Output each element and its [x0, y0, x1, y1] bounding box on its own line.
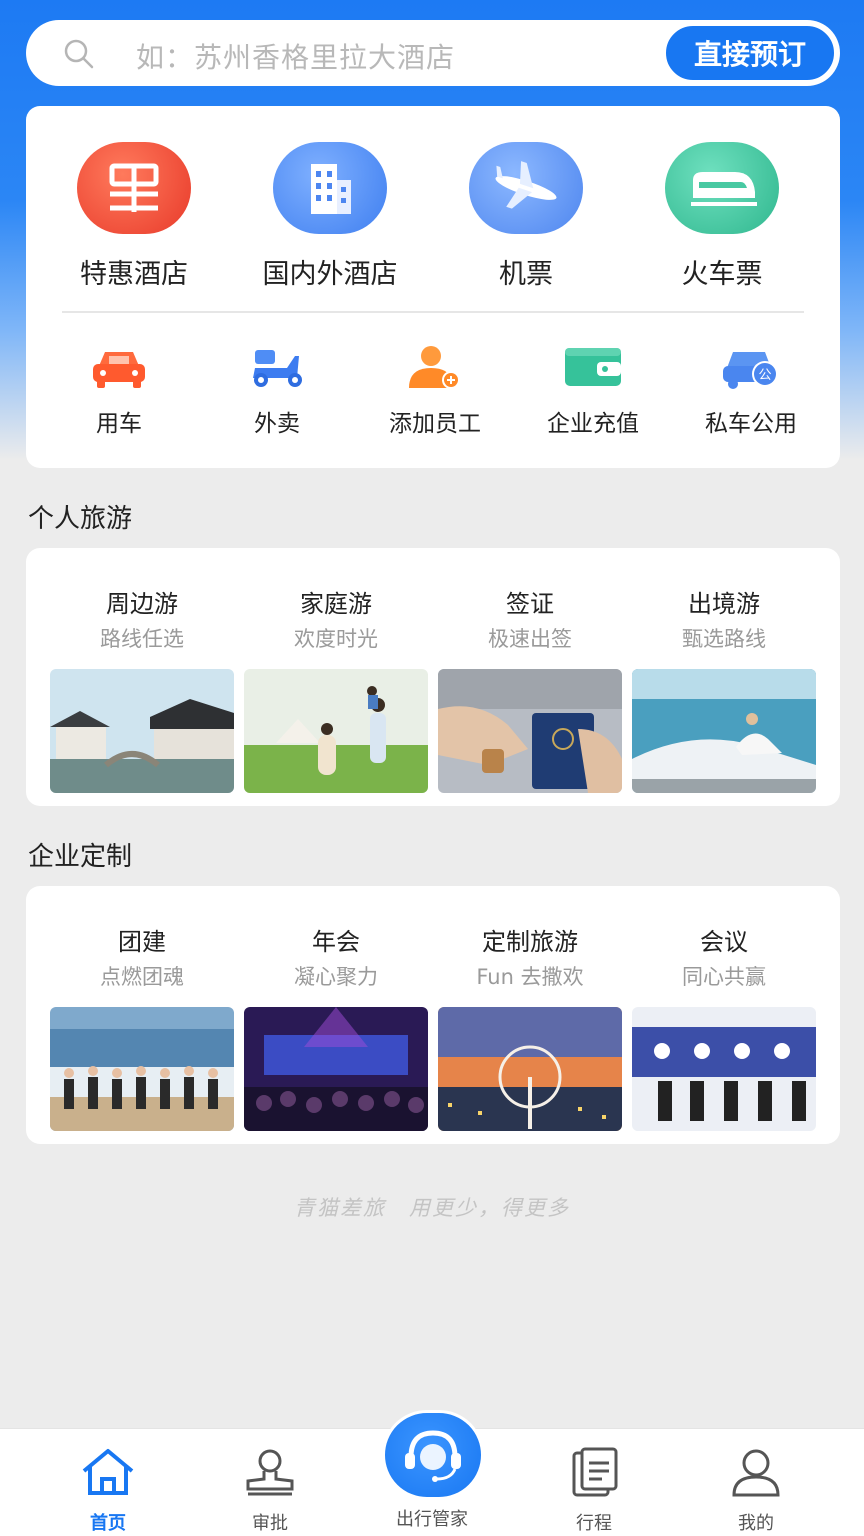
tab-label: 出行管家 [396, 1509, 468, 1530]
service-label: 火车票 [681, 259, 763, 290]
tab-mine[interactable]: 我的 [696, 1447, 816, 1535]
travel-item-visa[interactable]: 签证 极速出签 [438, 584, 622, 793]
item-title: 周边游 [106, 590, 178, 618]
service-label: 特惠酒店 [80, 259, 188, 290]
enterprise-card: 团建 点燃团魂 年会 凝心聚力 定制旅游 Fun 去撒欢 会议 同心共赢 [26, 886, 840, 1144]
private-car-public-icon: 公 [723, 352, 778, 389]
wallet-icon [565, 348, 621, 386]
annual-meeting-photo [244, 1007, 428, 1131]
home-icon [82, 1449, 134, 1495]
item-subtitle: Fun 去撒欢 [476, 965, 584, 989]
service-label: 国内外酒店 [262, 259, 398, 290]
item-subtitle: 凝心聚力 [294, 965, 378, 989]
train-icon [665, 142, 779, 234]
tab-label: 首页 [90, 1513, 126, 1534]
slogan: 青猫差旅 用更少，得更多 [294, 1196, 570, 1220]
search-bar[interactable]: 如：苏州香格里拉大酒店 直接预订 [26, 20, 840, 86]
item-title: 会议 [700, 928, 748, 956]
enterprise-item-conference[interactable]: 会议 同心共赢 [632, 922, 816, 1131]
customer-service-headset-icon [405, 1430, 461, 1482]
service-label: 用车 [96, 411, 142, 437]
search-icon [64, 39, 94, 69]
section-title-enterprise: 企业定制 [28, 842, 133, 872]
tab-label: 我的 [738, 1513, 774, 1534]
tab-label: 审批 [252, 1513, 288, 1534]
service-takeaway[interactable]: 外卖 [198, 344, 356, 438]
hotel-building-icon [273, 142, 387, 234]
enterprise-item-team-building[interactable]: 团建 点燃团魂 [50, 922, 234, 1131]
book-now-button[interactable]: 直接预订 [664, 24, 836, 82]
tab-approve[interactable]: 审批 [210, 1447, 330, 1535]
item-subtitle: 欢度时光 [294, 627, 378, 651]
tab-label: 行程 [576, 1513, 612, 1534]
service-label: 企业充值 [547, 411, 639, 437]
item-title: 团建 [118, 928, 166, 956]
item-subtitle: 极速出签 [488, 627, 572, 651]
enterprise-item-custom-travel[interactable]: 定制旅游 Fun 去撒欢 [438, 922, 622, 1131]
service-label: 添加员工 [389, 411, 481, 437]
divider [62, 311, 804, 313]
enterprise-item-annual-meeting[interactable]: 年会 凝心聚力 [244, 922, 428, 1131]
service-recharge[interactable]: 企业充值 [514, 344, 672, 438]
service-discount-hotel[interactable]: 特惠酒店 [36, 142, 232, 291]
scooter-icon [253, 350, 302, 387]
service-label: 私车公用 [705, 411, 797, 437]
search-input[interactable]: 如：苏州香格里拉大酒店 [136, 36, 455, 76]
add-employee-icon [409, 346, 460, 389]
travel-item-outbound[interactable]: 出境游 甄选路线 [632, 584, 816, 793]
travel-butler-button[interactable] [382, 1410, 484, 1500]
service-add-employee[interactable]: 添加员工 [356, 344, 514, 438]
discount-hotel-icon [77, 142, 191, 234]
airplane-icon [469, 142, 583, 234]
user-icon [732, 1449, 780, 1497]
services-card: 特惠酒店 国内外酒店 机票 火车票 用车 外卖 添加员工 企业充值 公 私车公用 [26, 106, 840, 468]
service-train[interactable]: 火车票 [624, 142, 820, 291]
item-subtitle: 甄选路线 [682, 627, 766, 651]
item-title: 年会 [312, 928, 360, 956]
service-hotel[interactable]: 国内外酒店 [232, 142, 428, 291]
approve-stamp-icon [246, 1449, 294, 1496]
service-label: 机票 [499, 259, 553, 290]
conference-photo [632, 1007, 816, 1131]
outbound-travel-photo [632, 669, 816, 793]
itinerary-icon [572, 1447, 618, 1497]
travel-item-family[interactable]: 家庭游 欢度时光 [244, 584, 428, 793]
team-building-photo [50, 1007, 234, 1131]
nearby-travel-photo [50, 669, 234, 793]
svg-text:公: 公 [758, 368, 771, 383]
service-label: 外卖 [254, 411, 300, 437]
car-icon [93, 352, 145, 388]
service-car[interactable]: 用车 [40, 344, 198, 438]
item-title: 出境游 [688, 590, 760, 618]
item-title: 签证 [506, 590, 554, 618]
item-subtitle: 点燃团魂 [100, 965, 184, 989]
section-title-personal-travel: 个人旅游 [28, 504, 133, 534]
service-private-car[interactable]: 公 私车公用 [672, 344, 830, 438]
travel-item-nearby[interactable]: 周边游 路线任选 [50, 584, 234, 793]
service-flight[interactable]: 机票 [428, 142, 624, 291]
personal-travel-card: 周边游 路线任选 家庭游 欢度时光 签证 极速出签 出境游 甄选路线 [26, 548, 840, 806]
item-subtitle: 路线任选 [100, 627, 184, 651]
family-travel-photo [244, 669, 428, 793]
visa-photo [438, 669, 622, 793]
item-title: 定制旅游 [482, 928, 578, 956]
custom-travel-photo [438, 1007, 622, 1131]
tab-trips[interactable]: 行程 [534, 1447, 654, 1535]
item-title: 家庭游 [300, 590, 372, 618]
item-subtitle: 同心共赢 [682, 965, 766, 989]
tab-home[interactable]: 首页 [48, 1447, 168, 1535]
